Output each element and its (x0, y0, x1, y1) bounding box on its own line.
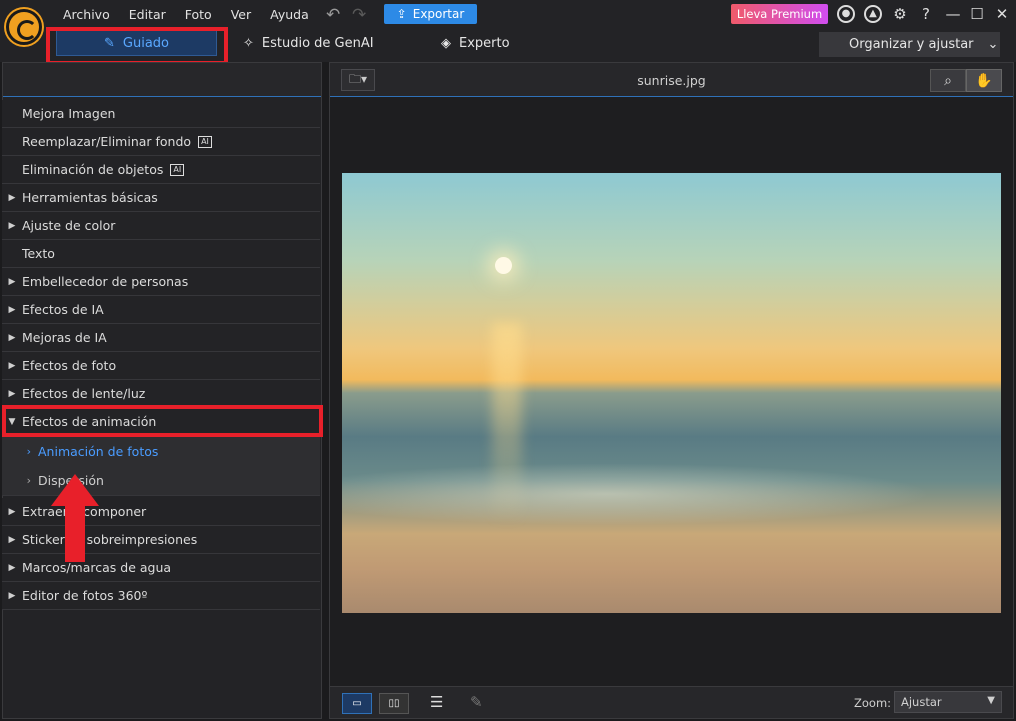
magnifier-icon[interactable]: ⌕ (930, 69, 966, 92)
layers-icon: ◈ (441, 35, 451, 51)
undo-icon[interactable]: ↶ (326, 5, 340, 25)
single-view-icon[interactable]: ▭ (342, 693, 372, 714)
gear-icon[interactable]: ⚙ (891, 5, 909, 23)
split-view-icon[interactable]: ▯▯ (379, 693, 409, 714)
premium-button[interactable]: Lleva Premium (731, 4, 828, 24)
highlight-box-guiado (46, 27, 228, 65)
panel-item-objetos[interactable]: Eliminación de objetos AI (2, 156, 320, 184)
panel-item-color[interactable]: ▶ Ajuste de color (2, 212, 320, 240)
photo-canvas[interactable] (342, 173, 1001, 613)
chevron-right-icon: › (26, 474, 31, 487)
expand-arrow-icon: ▶ (8, 192, 16, 203)
expand-arrow-icon: ▶ (8, 562, 16, 573)
menu-foto[interactable]: Foto (185, 7, 212, 22)
panel-item-label: Mejora Imagen (22, 106, 116, 121)
pen-icon[interactable]: ✎ (470, 693, 483, 711)
panel-item-lente-luz[interactable]: ▶ Efectos de lente/luz (2, 380, 320, 408)
bottom-toolbar: ▭ ▯▯ ☰ ✎ Zoom: Ajustar ▼ (330, 686, 1013, 718)
panel-item-marcos[interactable]: ▶ Marcos/marcas de agua (2, 554, 320, 582)
expand-arrow-icon: ▶ (8, 220, 16, 231)
zoom-value: Ajustar (901, 695, 942, 709)
chevron-right-icon: › (26, 444, 31, 458)
wave-foam (342, 428, 1001, 538)
panel-item-label: Embellecedor de personas (22, 274, 189, 289)
panel-item-label: Texto (22, 246, 55, 261)
expand-arrow-icon: ▶ (8, 276, 16, 287)
panel-item-stickers[interactable]: ▶ Stickers y sobreimpresiones (2, 526, 320, 554)
expand-arrow-icon: ▶ (8, 534, 16, 545)
highlight-box-animacion (2, 405, 323, 437)
tab-genai[interactable]: ✧ Estudio de GenAI (243, 30, 374, 56)
export-label: Exportar (412, 7, 465, 21)
maximize-icon[interactable]: ☐ (968, 5, 986, 23)
menu-archivo[interactable]: Archivo (63, 7, 110, 22)
panel-item-efectos-foto[interactable]: ▶ Efectos de foto (2, 352, 320, 380)
redo-icon[interactable]: ↷ (352, 5, 366, 25)
menu-ayuda[interactable]: Ayuda (270, 7, 309, 22)
export-button[interactable]: ⇪ Exportar (384, 4, 477, 24)
help-icon[interactable]: ? (917, 5, 935, 23)
sparkle-icon: ✧ (243, 35, 254, 51)
tab-experto-label: Experto (459, 35, 510, 51)
expand-arrow-icon: ▶ (8, 506, 16, 517)
upload-icon: ⇪ (396, 7, 407, 21)
panel-item-mejora-imagen[interactable]: Mejora Imagen (2, 100, 320, 128)
view-header: 🗀▾ sunrise.jpg ⌕ ✋ (330, 63, 1013, 97)
panel-item-mejoras-ia[interactable]: ▶ Mejoras de IA (2, 324, 320, 352)
close-icon[interactable]: ✕ (993, 5, 1011, 23)
sub-item-label: Animación de fotos (38, 443, 159, 459)
panel-item-label: Ajuste de color (22, 218, 116, 233)
expand-arrow-icon: ▶ (8, 388, 16, 399)
ai-badge-icon: AI (198, 135, 212, 148)
file-name: sunrise.jpg (637, 73, 706, 88)
panel-item-label: Reemplazar/Eliminar fondo (22, 134, 192, 149)
panel-item-label: Efectos de lente/luz (22, 386, 146, 401)
zoom-select[interactable]: Ajustar ▼ (894, 691, 1002, 713)
panel-item-label: Efectos de IA (22, 302, 104, 317)
app-logo (6, 9, 42, 45)
organize-label: Organizar y ajustar (849, 37, 974, 52)
hand-icon[interactable]: ✋ (966, 69, 1002, 92)
panel-item-efectos-ia[interactable]: ▶ Efectos de IA (2, 296, 320, 324)
expand-arrow-icon: ▶ (8, 304, 16, 315)
menu-editar[interactable]: Editar (129, 7, 166, 22)
tab-experto[interactable]: ◈ Experto (441, 30, 510, 56)
expand-arrow-icon: ▶ (8, 360, 16, 371)
panel-item-label: Mejoras de IA (22, 330, 107, 345)
minimize-icon[interactable]: — (944, 5, 962, 23)
panel-item-label: Editor de fotos 360º (22, 588, 148, 603)
caret-down-icon: ▼ (987, 695, 995, 706)
panel-item-extraer[interactable]: ▶Extraer y componer (2, 498, 320, 526)
panel-header (3, 63, 321, 97)
chevron-down-icon: ⌄ (987, 37, 999, 52)
organize-dropdown[interactable]: Organizar y ajustar ⌄ (819, 32, 1000, 57)
user-icon[interactable]: ● (837, 5, 855, 23)
panel-item-herramientas[interactable]: ▶ Herramientas básicas (2, 184, 320, 212)
list-icon[interactable]: ☰ (430, 693, 443, 711)
photo-view-panel: 🗀▾ sunrise.jpg ⌕ ✋ ▭ ▯▯ ☰ ✎ Zoom: Ajusta… (329, 62, 1014, 719)
sub-item-dispersion[interactable]: ›Dispersión (2, 466, 320, 496)
bell-icon[interactable]: ▲ (864, 5, 882, 23)
panel-item-embellecedor[interactable]: ▶ Embellecedor de personas (2, 268, 320, 296)
panel-item-fondo[interactable]: Reemplazar/Eliminar fondo AI (2, 128, 320, 156)
ai-badge-icon: AI (170, 163, 185, 176)
panel-item-texto[interactable]: Texto (2, 240, 320, 268)
panel-item-label: Eliminación de objetos (22, 162, 164, 177)
menu-bar: Archivo Editar Foto Ver Ayuda (63, 7, 328, 22)
red-arrow-icon (51, 474, 99, 562)
expand-arrow-icon: ▶ (8, 590, 16, 601)
panel-item-label: Stickers y sobreimpresiones (22, 532, 198, 547)
panel-item-label: Marcos/marcas de agua (22, 560, 172, 575)
tab-genai-label: Estudio de GenAI (261, 35, 374, 51)
panel-item-label: Herramientas básicas (22, 190, 158, 205)
menu-ver[interactable]: Ver (231, 7, 251, 22)
sun-shape (495, 257, 512, 274)
zoom-label: Zoom: (854, 696, 892, 710)
panel-item-label: Efectos de foto (22, 358, 117, 373)
expand-arrow-icon: ▶ (8, 332, 16, 343)
panel-item-360[interactable]: ▶ Editor de fotos 360º (2, 582, 320, 610)
sub-item-animacion-fotos[interactable]: › Animación de fotos (2, 436, 320, 466)
